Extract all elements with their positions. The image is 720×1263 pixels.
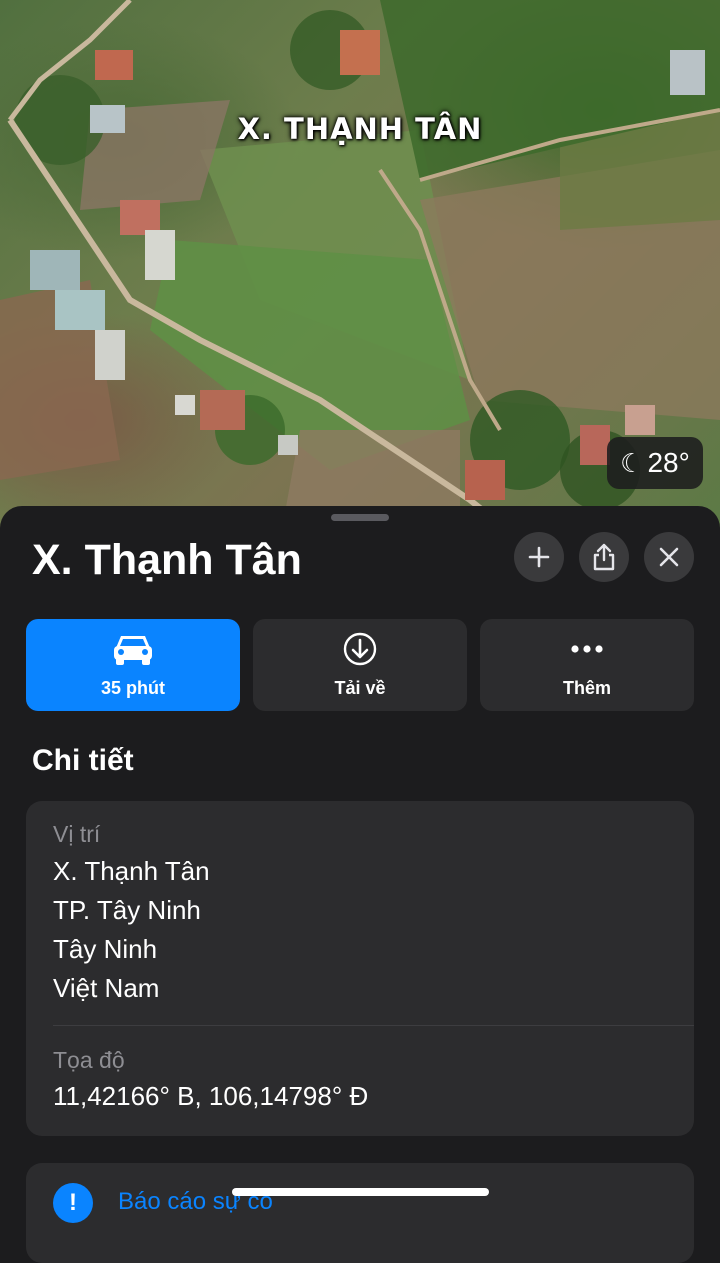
coordinates-value[interactable]: 11,42166° B, 106,14798° Đ: [53, 1081, 368, 1112]
add-button[interactable]: [514, 532, 564, 582]
report-card[interactable]: ! Báo cáo sự cố: [26, 1163, 694, 1263]
location-line[interactable]: Tây Ninh: [53, 934, 157, 965]
close-icon: [659, 547, 679, 567]
close-button[interactable]: [644, 532, 694, 582]
directions-label: 35 phút: [100, 677, 165, 698]
location-label: Vị trí: [53, 821, 101, 847]
more-button[interactable]: Thêm: [480, 619, 694, 711]
share-button[interactable]: [579, 532, 629, 582]
download-icon: [343, 632, 377, 666]
download-label: Tải về: [334, 677, 386, 698]
place-title: X. Thạnh Tân: [32, 536, 302, 584]
download-button[interactable]: Tải về: [253, 619, 467, 711]
location-line[interactable]: TP. Tây Ninh: [53, 895, 201, 926]
car-icon: [112, 632, 154, 666]
share-icon: [593, 543, 615, 571]
divider: [53, 1025, 694, 1026]
details-card: Vị trí X. Thạnh Tân TP. Tây Ninh Tây Nin…: [26, 801, 694, 1136]
place-sheet: X. Thạnh Tân 35 phút Tải về Thêm Chi tiế…: [0, 506, 720, 1263]
plus-icon: [528, 546, 550, 568]
directions-button[interactable]: 35 phút: [26, 619, 240, 711]
temperature: 28°: [647, 447, 690, 478]
details-heading: Chi tiết: [32, 744, 134, 777]
home-indicator[interactable]: [232, 1188, 489, 1196]
location-line[interactable]: Việt Nam: [53, 973, 159, 1004]
weather-badge: ☾ 28°: [607, 437, 703, 489]
map-place-label: X. THẠNH TÂN: [237, 112, 483, 146]
location-line[interactable]: X. Thạnh Tân: [53, 856, 210, 887]
report-icon: !: [53, 1183, 93, 1223]
satellite-map[interactable]: X. THẠNH TÂN ☾ 28°: [0, 0, 720, 540]
moon-stars-icon: ☾: [620, 448, 644, 478]
more-icon: [570, 632, 604, 666]
more-label: Thêm: [562, 677, 611, 698]
coordinates-label: Tọa độ: [53, 1047, 125, 1073]
sheet-grabber[interactable]: [331, 514, 389, 521]
